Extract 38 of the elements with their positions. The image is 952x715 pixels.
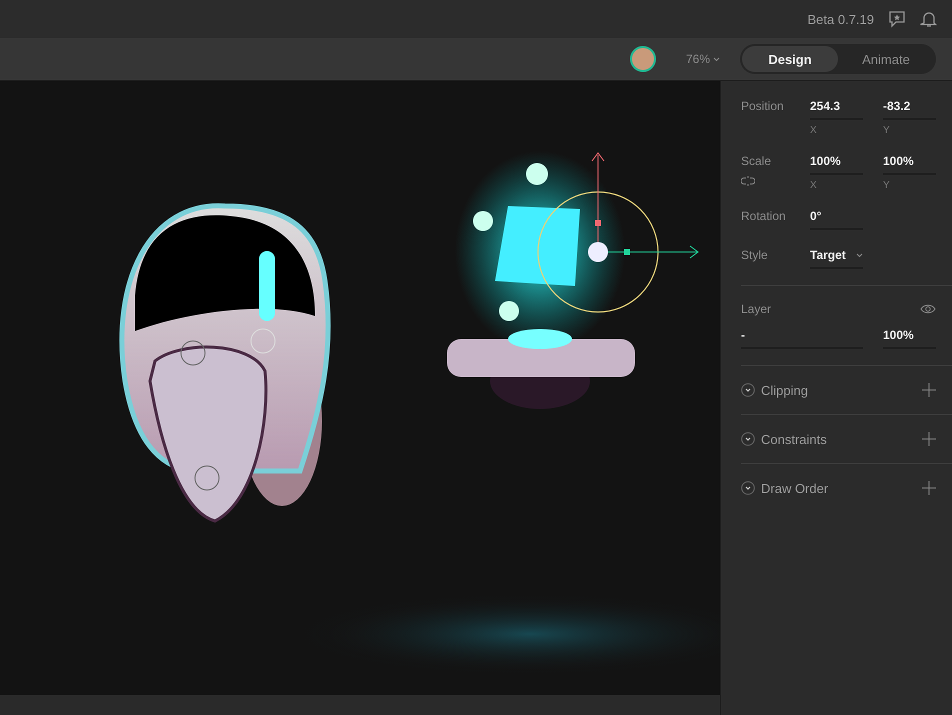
section-title[interactable]: Draw Order <box>761 480 916 496</box>
axis-label: Y <box>883 125 891 136</box>
version-label: Beta 0.7.19 <box>808 12 874 26</box>
eye-icon[interactable] <box>920 304 936 314</box>
mode-tab[interactable]: Animate <box>838 46 934 72</box>
style-dropdown[interactable]: Target <box>810 242 863 269</box>
axis-label: Y <box>883 180 891 191</box>
add-icon[interactable] <box>922 383 936 397</box>
expand-icon[interactable] <box>741 383 755 397</box>
mode-tab[interactable]: Design <box>742 46 838 72</box>
expand-icon[interactable] <box>741 481 755 495</box>
section-title[interactable]: Clipping <box>761 382 916 398</box>
property-label: Rotation <box>741 208 787 223</box>
property-label: Position <box>741 98 785 113</box>
property-label: Style <box>741 247 769 262</box>
add-icon[interactable] <box>922 432 936 446</box>
value-field[interactable]: 100% <box>883 148 936 175</box>
axis-label: X <box>810 180 818 191</box>
zoom-dropdown[interactable]: 76% <box>678 52 728 66</box>
add-icon[interactable] <box>922 481 936 495</box>
layer-name-field[interactable]: - <box>741 322 863 349</box>
value-field[interactable]: 254.3 <box>810 93 863 120</box>
expand-icon[interactable] <box>741 432 755 446</box>
caret-icon <box>713 56 720 62</box>
caret-icon <box>856 252 863 258</box>
link-icon[interactable] <box>741 176 755 186</box>
section-label: Layer <box>741 302 772 316</box>
value-field[interactable]: 100% <box>810 148 863 175</box>
property-label: Scale <box>741 153 772 168</box>
feedback-icon[interactable] <box>888 10 906 28</box>
user-avatar[interactable] <box>630 46 656 72</box>
value-field[interactable]: 0° <box>810 203 863 230</box>
transform-gizmo-drawing[interactable] <box>537 152 699 313</box>
notification-bell-icon[interactable] <box>920 10 938 28</box>
opacity-field[interactable]: 100% <box>883 322 936 349</box>
value-field[interactable]: -83.2 <box>883 93 936 120</box>
axis-label: X <box>810 125 818 136</box>
section-title[interactable]: Constraints <box>761 432 916 446</box>
